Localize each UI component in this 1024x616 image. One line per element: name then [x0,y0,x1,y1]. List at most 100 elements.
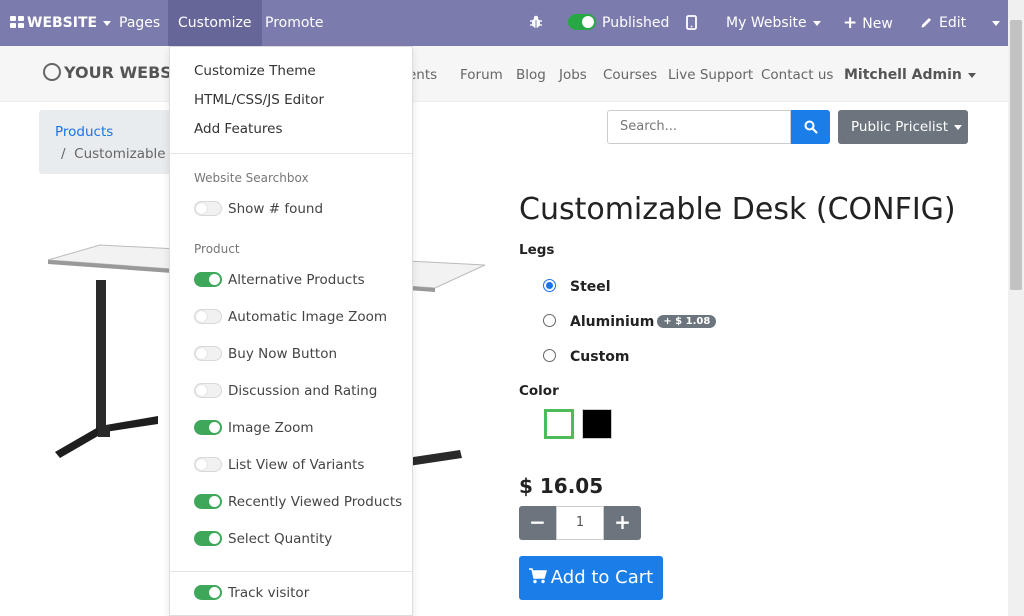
toggle-label: Track visitor [228,585,310,601]
breadcrumb-products-link[interactable]: Products [55,124,113,140]
site-switcher[interactable]: My Website [726,0,821,46]
toggle-switch-on-icon [194,493,222,509]
toggle-label: Alternative Products [228,272,365,288]
toggle-switch-on-icon [194,530,222,546]
product-title: Customizable Desk (CONFIG) [519,192,956,227]
mobile-preview-icon[interactable] [686,0,697,46]
nav-link-jobs[interactable]: Jobs [559,46,587,104]
toggle-switch-on-icon [194,271,222,287]
search-input[interactable]: Search... [607,110,791,144]
more-dropdown[interactable] [986,0,1000,46]
chevron-down-icon [967,72,976,78]
toggle-show-found[interactable]: Show # found [194,200,324,217]
scrollbar-thumb[interactable] [1010,20,1022,290]
toggle-switch-on-icon [194,419,222,435]
apps-grid-icon [10,16,24,28]
nav-link-blog[interactable]: Blog [516,46,546,104]
website-navbar: YOUR WEBSITE vents Forum Blog Jobs Cours… [0,46,1008,102]
color-swatch-black[interactable] [582,409,612,439]
menu-item-add-features[interactable]: Add Features [194,121,282,137]
debug-bug-icon[interactable] [529,0,543,46]
website-menu-label: WEBSITE [27,15,98,31]
toggle-label: List View of Variants [228,457,365,473]
published-switch-icon [568,14,596,30]
user-name: Mitchell Admin [844,67,962,83]
shopping-cart-icon [528,568,547,584]
legs-option-custom[interactable]: Custom [543,348,630,365]
new-button-label: New [862,16,893,32]
toggle-label: Select Quantity [228,531,333,547]
customize-menu[interactable]: Customize [168,0,262,46]
nav-link-forum[interactable]: Forum [460,46,503,104]
pricelist-label: Public Pricelist [851,119,949,135]
legs-option-aluminium[interactable]: Aluminium + $ 1.08 [543,313,717,330]
menu-header-searchbox: Website Searchbox [194,171,309,185]
toggle-label: Buy Now Button [228,346,338,362]
toggle-switch-off-icon [194,456,222,472]
pencil-icon [921,17,931,27]
toggle-label: Show # found [228,201,324,217]
toggle-switch-off-icon [194,345,222,361]
pages-menu[interactable]: Pages [119,0,160,46]
legs-option-label: Aluminium [570,314,655,330]
menu-divider [170,571,412,572]
user-menu[interactable]: Mitchell Admin [844,46,976,104]
menu-header-product: Product [194,242,240,256]
published-toggle[interactable]: Published [568,0,669,46]
toggle-image-zoom[interactable]: Image Zoom [194,419,314,436]
website-menu[interactable]: WEBSITE [10,0,112,46]
nav-link-contact[interactable]: Contact us [761,46,833,104]
product-price: $ 16.05 [519,474,604,498]
quantity-decrease-button[interactable]: − [519,506,556,540]
nav-link-courses[interactable]: Courses [603,46,657,104]
toggle-discussion-rating[interactable]: Discussion and Rating [194,382,378,399]
toggle-recently-viewed[interactable]: Recently Viewed Products [194,493,402,510]
site-switcher-label: My Website [726,15,807,31]
toggle-label: Image Zoom [228,420,314,436]
legs-option-label: Steel [570,279,611,295]
pricelist-dropdown[interactable]: Public Pricelist [838,110,968,144]
toggle-switch-off-icon [194,308,222,324]
radio-unchecked-icon[interactable] [543,348,556,362]
price-extra-badge: + $ 1.08 [657,314,717,328]
menu-item-html-editor[interactable]: HTML/CSS/JS Editor [194,92,324,108]
published-label: Published [602,15,670,31]
legs-label: Legs [519,242,555,258]
toggle-buy-now-button[interactable]: Buy Now Button [194,345,338,362]
toggle-switch-on-icon [194,584,222,600]
legs-option-label: Custom [570,349,630,365]
chevron-down-icon [954,124,963,130]
search-button[interactable] [791,110,830,144]
promote-menu[interactable]: Promote [265,0,324,46]
toggle-select-quantity[interactable]: Select Quantity [194,530,333,547]
menu-divider [170,153,412,154]
globe-icon [43,62,61,81]
legs-option-steel[interactable]: Steel [543,278,611,295]
page-scrollbar[interactable] [1008,0,1024,616]
chevron-down-icon [992,20,1000,26]
toggle-track-visitor[interactable]: Track visitor [194,584,310,601]
quantity-increase-button[interactable]: + [604,506,641,540]
nav-link-live-support[interactable]: Live Support [668,46,753,104]
toggle-label: Automatic Image Zoom [228,309,388,325]
toggle-label: Discussion and Rating [228,383,378,399]
radio-checked-icon[interactable] [543,278,556,292]
menu-item-customize-theme[interactable]: Customize Theme [194,63,316,79]
toggle-automatic-image-zoom[interactable]: Automatic Image Zoom [194,308,388,325]
edit-button[interactable]: Edit [920,0,966,46]
chevron-down-icon [103,20,112,26]
plus-icon: + [843,13,858,33]
toggle-list-view-variants[interactable]: List View of Variants [194,456,365,473]
customize-dropdown-menu: Customize Theme HTML/CSS/JS Editor Add F… [169,46,413,616]
color-swatch-white[interactable] [544,409,574,439]
admin-topbar: WEBSITE Pages Customize Promote Publishe… [0,0,1008,46]
quantity-input[interactable]: 1 [556,506,604,540]
search-icon [804,120,818,134]
add-to-cart-button[interactable]: Add to Cart [519,556,663,600]
edit-button-label: Edit [939,15,967,31]
new-button[interactable]: + New [843,0,893,46]
chevron-down-icon [812,20,821,26]
radio-unchecked-icon[interactable] [543,313,556,327]
toggle-alternative-products[interactable]: Alternative Products [194,271,365,288]
add-to-cart-label: Add to Cart [550,567,654,588]
